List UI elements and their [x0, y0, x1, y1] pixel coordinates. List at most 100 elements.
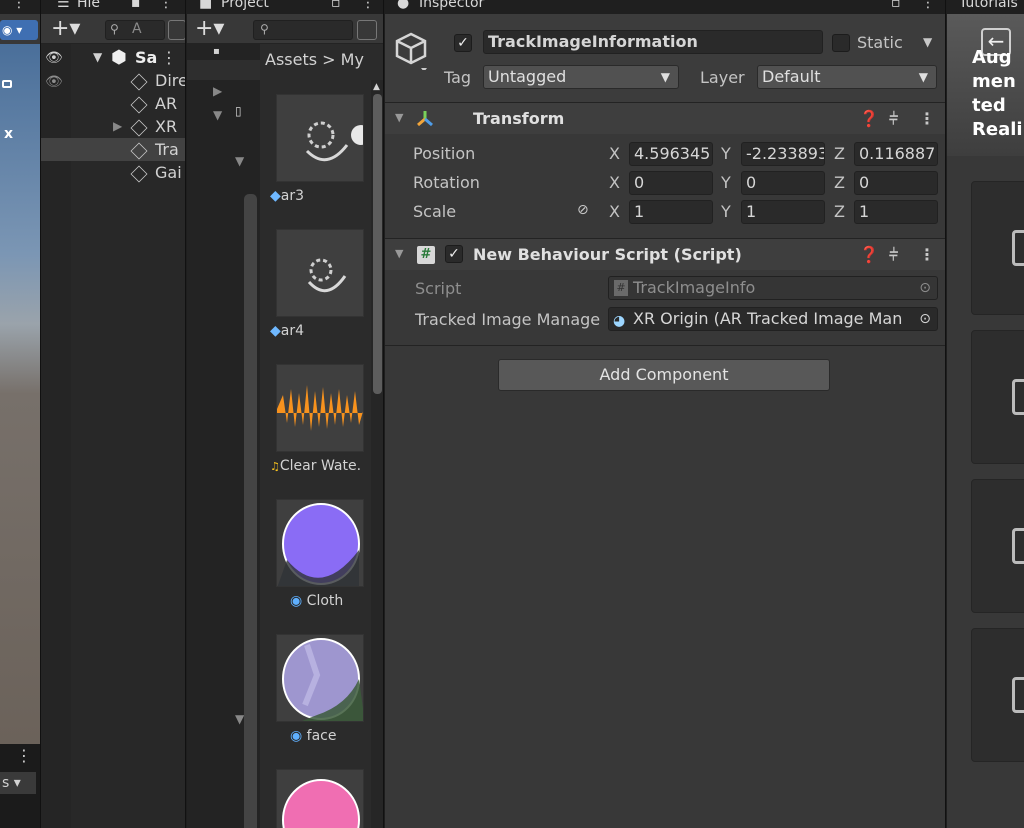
chevron-down-icon[interactable]: ▼ [395, 112, 403, 123]
asset-thumbnail-ar3[interactable] [276, 94, 364, 182]
link-off-icon[interactable]: ⊘ [577, 203, 589, 217]
chevron-right-icon[interactable]: ▶ [213, 84, 222, 98]
tracked-image-manager-label: Tracked Image Manage [415, 310, 601, 329]
object-header: ✓ TrackImageInformation Static ▼ Tag Unt… [385, 14, 945, 102]
project-tab[interactable]: Project [221, 0, 269, 10]
image-icon [1012, 528, 1024, 564]
settings-sliders-icon[interactable]: ⫩ [889, 111, 898, 127]
asset-thumbnail-audio[interactable] [276, 364, 364, 452]
add-icon[interactable]: +▾ [195, 16, 224, 41]
position-label: Position [413, 144, 476, 163]
hierarchy-tab[interactable]: Hie [77, 0, 100, 10]
lock-icon[interactable]: ▪ [131, 0, 141, 10]
chevron-right-icon[interactable]: ▶ [113, 115, 122, 138]
inspector-tab[interactable]: Inspector [419, 0, 484, 10]
lock-icon[interactable] [2, 80, 12, 88]
chevron-down-icon[interactable]: ▼ [923, 36, 932, 48]
scene-viewport[interactable] [0, 44, 40, 744]
chevron-down-icon[interactable]: ▼ [93, 46, 102, 69]
more-icon[interactable]: ⋮ [919, 247, 935, 263]
gameobject-icon [130, 73, 148, 90]
layer-dropdown[interactable]: Default ▼ [757, 65, 937, 89]
lock-icon[interactable]: ▫ [891, 0, 901, 10]
asset-thumbnail-face[interactable] [276, 634, 364, 722]
scene-view[interactable]: ⋮ ◉ ▾ x ⋮ s ▾ [0, 0, 40, 828]
project-search-input[interactable]: ⚲ [253, 20, 353, 40]
list-item[interactable]: AR [41, 92, 185, 115]
more-icon[interactable]: ⋮ [12, 0, 26, 10]
scene-root-row[interactable]: ▼ ⬢ Sa ⋮ [41, 46, 185, 69]
rotation-x-field[interactable]: 0 [629, 171, 713, 195]
unity-icon: ⬢ [111, 47, 127, 68]
position-z-field[interactable]: 0.116887 [854, 142, 938, 166]
tracked-image-manager-field[interactable]: ◕ XR Origin (AR Tracked Image Man ⊙ [608, 307, 938, 331]
chevron-down-icon[interactable]: ▼ [395, 248, 403, 259]
tutorial-card[interactable] [971, 628, 1024, 762]
settings-sliders-icon[interactable]: ⫩ [889, 247, 898, 263]
gameobject-icon [130, 165, 148, 182]
more-icon[interactable]: ⋮ [921, 0, 935, 10]
asset-thumbnail-pink[interactable] [276, 769, 364, 828]
help-icon[interactable]: ❓ [859, 111, 879, 127]
static-checkbox[interactable] [832, 34, 850, 52]
asset-thumbnail-ar4[interactable] [276, 229, 364, 317]
rotation-z-field[interactable]: 0 [854, 171, 938, 195]
tutorial-card[interactable] [971, 330, 1024, 464]
static-label: Static [857, 33, 903, 52]
scale-z-field[interactable]: 1 [854, 200, 938, 224]
inspector-panel: ● Inspector ▫ ⋮ ✓ TrackImageInformation … [385, 0, 946, 828]
script-reference-field: # TrackImageInfo ⊙ [608, 276, 938, 300]
list-item[interactable]: ▶ XR [41, 115, 185, 138]
search-options-icon[interactable] [168, 20, 185, 40]
position-y-field[interactable]: -2.233893 [741, 142, 825, 166]
waveform-icon [277, 385, 363, 431]
scale-y-field[interactable]: 1 [741, 200, 825, 224]
breadcrumb[interactable]: Assets > My [265, 50, 364, 69]
folder-tree-scrollbar[interactable] [244, 194, 257, 828]
active-checkbox[interactable]: ✓ [454, 34, 472, 52]
chevron-down-icon[interactable]: ▼ [235, 154, 244, 168]
script-component-header[interactable]: ▼ # ✓ New Behaviour Script (Script) ❓ ⫩ … [385, 239, 945, 270]
script-enabled-checkbox[interactable]: ✓ [445, 245, 463, 263]
object-picker-icon[interactable]: ⊙ [919, 308, 931, 330]
chevron-down-icon[interactable]: ▼ [213, 108, 222, 122]
chevron-down-icon[interactable]: ▼ [235, 712, 244, 726]
search-options-icon[interactable] [357, 20, 377, 40]
position-x-field[interactable]: 4.596345 [629, 142, 713, 166]
rotation-y-field[interactable]: 0 [741, 171, 825, 195]
more-icon[interactable]: ⋮ [919, 111, 935, 127]
material-sphere-icon [277, 503, 360, 586]
lock-icon[interactable]: ▫ [331, 0, 341, 10]
hierarchy-header: ☰ Hie ▪ ⋮ [41, 0, 185, 14]
hierarchy-toolbar: +▾ ⚲ A [41, 14, 185, 44]
more-icon[interactable]: ⋮ [361, 0, 375, 10]
scale-x-field[interactable]: 1 [629, 200, 713, 224]
prefab-icon: ◆ [270, 323, 281, 339]
tutorial-card[interactable] [971, 479, 1024, 613]
bottom-dropdown[interactable]: s ▾ [0, 772, 36, 794]
asset-thumbnail-cloth[interactable] [276, 499, 364, 587]
transform-header[interactable]: ▼ Transform ❓ ⫩ ⋮ [385, 103, 945, 134]
more-icon[interactable]: ⋮ [16, 746, 32, 765]
folder-row[interactable] [187, 60, 260, 80]
asset-label: ♫Clear Wate. [270, 458, 362, 474]
tag-dropdown[interactable]: Untagged ▼ [483, 65, 679, 89]
add-component-button[interactable]: Add Component [498, 359, 830, 391]
add-icon[interactable]: +▾ [51, 16, 80, 41]
more-icon[interactable]: ⋮ [159, 0, 173, 10]
help-icon[interactable]: ❓ [859, 247, 879, 263]
list-item[interactable]: Gai [41, 161, 185, 184]
list-item[interactable]: Dire [41, 69, 185, 92]
transform-icon [417, 111, 433, 127]
object-name-field[interactable]: TrackImageInformation [483, 30, 823, 54]
script-label: Script [415, 279, 462, 298]
tutorial-card[interactable] [971, 181, 1024, 315]
list-item-selected[interactable]: Tra [41, 138, 185, 161]
asset-scrollbar[interactable]: ▲ [371, 80, 383, 828]
scrollbar-thumb[interactable] [373, 94, 382, 394]
more-icon[interactable]: ⋮ [161, 46, 177, 69]
gizmo-dropdown[interactable]: ◉ ▾ [0, 20, 38, 40]
scroll-up-icon[interactable]: ▲ [373, 82, 380, 92]
hierarchy-search-input[interactable]: ⚲ A [105, 20, 165, 40]
tutorials-tab[interactable]: Tutorials [959, 0, 1018, 10]
